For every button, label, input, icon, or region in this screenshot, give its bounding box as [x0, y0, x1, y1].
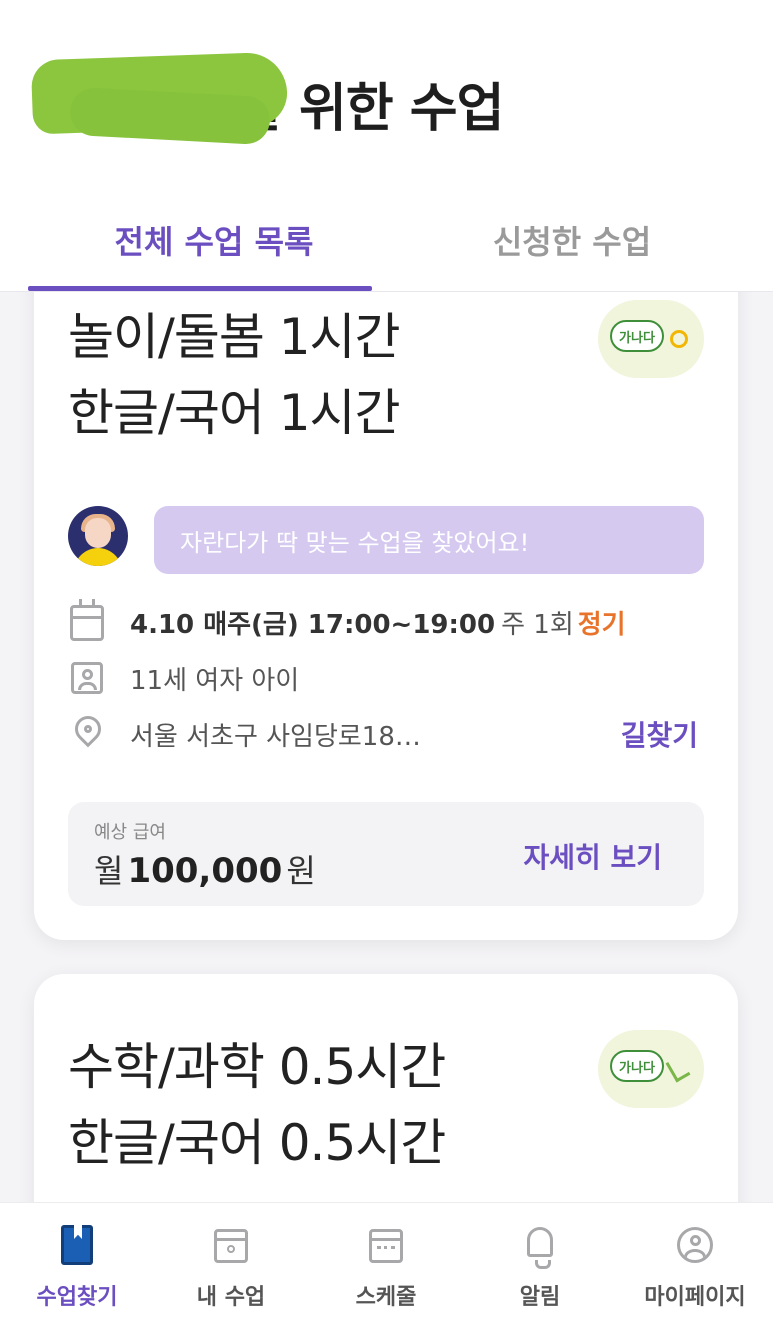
- salary-label: 예상 급여: [94, 822, 166, 843]
- nav-label: 수업찾기: [36, 1285, 118, 1310]
- calendar-icon: [367, 1225, 405, 1267]
- nav-my-page[interactable]: 마이페이지: [618, 1203, 772, 1323]
- nav-my-classes[interactable]: 내 수업: [154, 1203, 308, 1323]
- nav-schedule[interactable]: 스케줄: [309, 1203, 463, 1323]
- child-info: 11세 여자 아이: [130, 665, 300, 696]
- schedule-date: 4.10 매주(금) 17:00~19:00: [130, 609, 496, 640]
- location-pin-icon: [68, 710, 108, 754]
- class-subject: 수학/과학 0.5시간: [68, 1038, 446, 1096]
- calendar-user-icon: [212, 1225, 250, 1267]
- directions-link[interactable]: 길찾기: [621, 714, 698, 754]
- address-text: 서울 서초구 사임당로18…: [130, 721, 421, 752]
- title-area: 을 위한 수업: [30, 51, 630, 146]
- recommendation-message: 자란다가 딱 맞는 수업을 찾았어요!: [154, 506, 704, 574]
- schedule-row: 4.10 매주(금) 17:00~19:00 주 1회 정기: [68, 599, 708, 644]
- bottom-navigation: 수업찾기 내 수업 스케줄 알림 마이페이지: [0, 1202, 773, 1323]
- class-card[interactable]: 놀이/돌봄 1시간 한글/국어 1시간 가나다 자란다가 딱 맞는 수업을 찾았…: [34, 250, 738, 940]
- salary-value: 월 100,000 원: [94, 851, 316, 891]
- tab-all-classes[interactable]: 전체 수업 목록: [28, 190, 400, 290]
- calendar-icon: [68, 599, 108, 642]
- child-row: 11세 여자 아이: [68, 656, 708, 700]
- bell-icon: [521, 1225, 559, 1269]
- schedule-type: 정기: [577, 609, 626, 640]
- active-tab-indicator: [28, 286, 372, 291]
- pencil-icon: [665, 1055, 691, 1083]
- book-icon: [58, 1225, 96, 1267]
- nav-notifications[interactable]: 알림: [463, 1203, 617, 1323]
- class-subject: 놀이/돌봄 1시간: [68, 308, 401, 366]
- nav-label: 알림: [519, 1285, 561, 1310]
- class-subject: 한글/국어 0.5시간: [68, 1114, 446, 1172]
- speech-bubble-icon: 가나다: [610, 320, 664, 352]
- nav-label: 스케줄: [355, 1285, 417, 1310]
- profile-icon: [68, 658, 108, 698]
- key-icon: [670, 330, 688, 348]
- nav-find-classes[interactable]: 수업찾기: [0, 1203, 154, 1323]
- nav-label: 내 수업: [196, 1285, 266, 1310]
- address-row: 서울 서초구 사임당로18…: [68, 710, 708, 756]
- avatar: [68, 506, 128, 566]
- schedule-frequency: 주 1회: [501, 609, 574, 640]
- subject-badge: 가나다: [598, 1030, 704, 1108]
- user-circle-icon: [676, 1225, 714, 1267]
- class-subject: 한글/국어 1시간: [68, 384, 401, 442]
- nav-label: 마이페이지: [644, 1285, 746, 1310]
- salary-box: 예상 급여 월 100,000 원 자세히 보기: [68, 802, 704, 906]
- speech-bubble-icon: 가나다: [610, 1050, 664, 1082]
- details-button[interactable]: 자세히 보기: [523, 836, 662, 876]
- tab-applied-classes[interactable]: 신청한 수업: [386, 190, 758, 290]
- tab-bar: 전체 수업 목록 신청한 수업: [0, 190, 773, 292]
- page-header: 을 위한 수업 전체 수업 목록 신청한 수업: [0, 0, 773, 292]
- subject-badge: 가나다: [598, 300, 704, 378]
